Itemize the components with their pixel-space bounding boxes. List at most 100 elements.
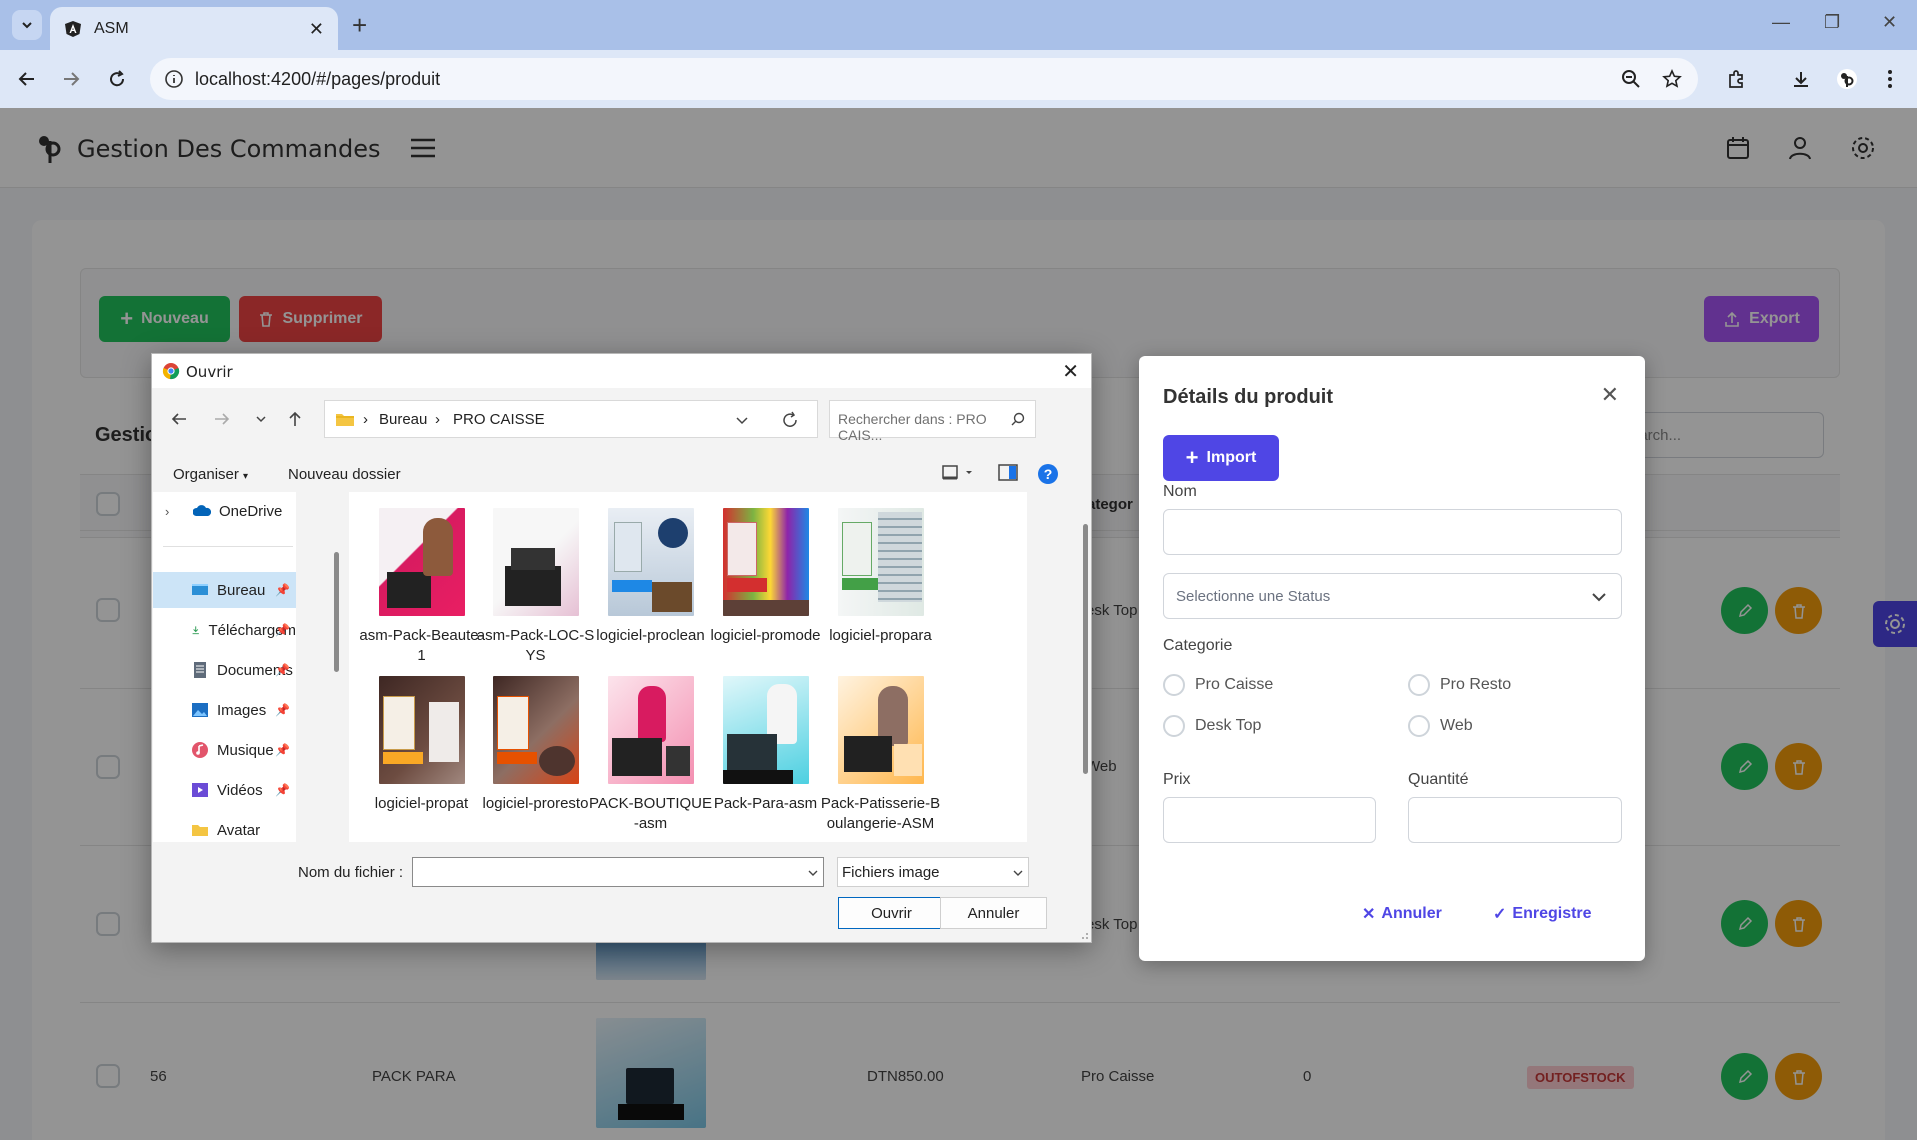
file-item[interactable]: logiciel-proresto: [473, 676, 598, 814]
pin-icon: 📌: [275, 663, 290, 677]
file-item[interactable]: logiciel-propat: [359, 676, 484, 814]
forward-icon[interactable]: [209, 406, 235, 432]
nav-item-bureau[interactable]: Bureau 📌: [153, 572, 296, 608]
zoom-icon[interactable]: [1616, 64, 1646, 94]
file-item[interactable]: Pack-Para-asm: [703, 676, 828, 814]
dialog-title: Ouvrir: [186, 363, 233, 381]
tab-search-button[interactable]: [12, 10, 42, 40]
recent-locations-chevron-icon[interactable]: [248, 406, 274, 432]
product-details-dialog: Détails du produit ✕ + Import Nom Select…: [1139, 356, 1645, 961]
minimize-icon[interactable]: —: [1772, 12, 1790, 33]
category-radio-desk-top[interactable]: [1163, 715, 1185, 737]
price-label: Prix: [1163, 771, 1191, 788]
new-folder-button[interactable]: Nouveau dossier: [288, 466, 401, 483]
nav-item-downloads[interactable]: Téléchargem 📌: [153, 612, 296, 648]
breadcrumb-item[interactable]: Bureau: [379, 411, 427, 428]
document-icon: [194, 662, 206, 678]
quantity-input[interactable]: [1408, 797, 1622, 843]
nav-pane-scrollbar[interactable]: [334, 552, 339, 672]
category-radio-pro-caisse[interactable]: [1163, 674, 1185, 696]
pictures-icon: [192, 703, 208, 717]
chevron-down-icon: [1013, 870, 1023, 876]
file-search-input[interactable]: Rechercher dans : PRO CAIS...: [829, 400, 1036, 443]
filename-input[interactable]: [412, 857, 824, 887]
nav-item-images[interactable]: Images 📌: [153, 692, 296, 728]
open-button[interactable]: Ouvrir: [838, 897, 945, 929]
browser-tab[interactable]: ASM ✕: [50, 7, 338, 50]
chevron-down-icon[interactable]: [807, 867, 819, 879]
organize-menu[interactable]: Organiser ▾: [173, 466, 248, 483]
url-text: localhost:4200/#/pages/produit: [195, 69, 441, 89]
navigation-pane: › OneDrive Bureau 📌 Téléchargem 📌 Docume…: [153, 492, 296, 842]
refresh-icon[interactable]: [781, 411, 799, 429]
price-input[interactable]: [1163, 797, 1376, 843]
nav-item-videos[interactable]: Vidéos 📌: [153, 772, 296, 808]
forward-icon[interactable]: [56, 64, 86, 94]
save-button[interactable]: ✓ Enregistre: [1493, 904, 1592, 924]
close-icon[interactable]: ✕: [1062, 359, 1079, 384]
close-icon[interactable]: ✕: [1601, 382, 1619, 408]
divider: [163, 546, 293, 547]
file-thumbnail: [722, 508, 809, 616]
up-folder-icon[interactable]: [282, 406, 308, 432]
breadcrumb-sep-icon: ›: [363, 411, 368, 428]
nav-item-music[interactable]: Musique 📌: [153, 732, 296, 768]
pin-icon: 📌: [275, 703, 290, 717]
nav-item-documents[interactable]: Documents 📌: [153, 652, 296, 688]
files-pane: asm-Pack-Beaute-1 asm-Pack-LOC-SYS logic…: [349, 492, 1027, 842]
video-icon: [192, 783, 208, 797]
close-window-icon[interactable]: ✕: [1882, 12, 1897, 33]
resize-grip-icon[interactable]: [1079, 930, 1089, 940]
chevron-down-icon[interactable]: [735, 413, 749, 427]
file-item[interactable]: Pack-Patisserie-Boulangerie-ASM: [818, 676, 943, 834]
back-icon[interactable]: [166, 406, 192, 432]
file-item[interactable]: PACK-BOUTIQUE-asm: [588, 676, 713, 834]
close-tab-icon[interactable]: ✕: [309, 19, 324, 40]
site-info-icon[interactable]: [164, 69, 184, 89]
address-bar[interactable]: localhost:4200/#/pages/produit: [150, 58, 1698, 100]
download-icon: [192, 626, 199, 635]
nav-item-onedrive[interactable]: › OneDrive: [153, 493, 296, 529]
browser-menu-icon[interactable]: [1875, 64, 1905, 94]
breadcrumb-item[interactable]: PRO CAISSE: [453, 411, 545, 428]
chrome-icon: [162, 363, 180, 380]
file-item[interactable]: asm-Pack-Beaute-1: [359, 508, 484, 666]
help-icon[interactable]: ?: [1037, 463, 1059, 485]
file-item[interactable]: logiciel-promode: [703, 508, 828, 646]
category-radio-pro-resto[interactable]: [1408, 674, 1430, 696]
file-item[interactable]: asm-Pack-LOC-SYS: [473, 508, 598, 666]
name-input[interactable]: [1163, 509, 1622, 555]
cancel-button[interactable]: ✕ Annuler: [1362, 904, 1442, 924]
check-icon: ✓: [1493, 906, 1507, 923]
back-icon[interactable]: [12, 64, 42, 94]
reload-icon[interactable]: [102, 64, 132, 94]
import-button[interactable]: + Import: [1163, 435, 1279, 481]
address-breadcrumb[interactable]: › Bureau › PRO CAISSE: [324, 400, 818, 438]
category-option-label: Pro Caisse: [1195, 676, 1274, 693]
file-thumbnail: [607, 508, 694, 616]
desktop-icon: [192, 584, 208, 595]
file-item[interactable]: logiciel-proclean: [588, 508, 713, 646]
file-open-dialog: Ouvrir ✕ › Bureau › PRO CAISSE Recherche…: [151, 353, 1092, 943]
files-pane-scrollbar[interactable]: [1083, 524, 1088, 774]
category-radio-web[interactable]: [1408, 715, 1430, 737]
extensions-icon[interactable]: [1721, 64, 1751, 94]
download-icon[interactable]: [1786, 64, 1816, 94]
nav-item-avatar[interactable]: Avatar: [153, 812, 296, 848]
name-label: Nom: [1163, 483, 1197, 500]
new-tab-button[interactable]: +: [352, 10, 367, 41]
status-select[interactable]: Selectionne une Status: [1163, 573, 1622, 619]
category-option-label: Desk Top: [1195, 717, 1262, 734]
preview-pane-icon[interactable]: [998, 464, 1018, 482]
restore-icon[interactable]: ❐: [1824, 12, 1840, 33]
bookmark-star-icon[interactable]: [1657, 64, 1687, 94]
filetype-select[interactable]: Fichiers image: [837, 857, 1029, 887]
profile-avatar-icon[interactable]: [1832, 64, 1862, 94]
cancel-button[interactable]: Annuler: [940, 897, 1047, 929]
file-thumbnail: [378, 508, 465, 616]
view-options-icon[interactable]: [942, 464, 976, 482]
tab-title: ASM: [94, 19, 129, 37]
file-thumbnail: [492, 676, 579, 784]
folder-icon: [192, 825, 208, 836]
file-item[interactable]: logiciel-propara: [818, 508, 943, 646]
